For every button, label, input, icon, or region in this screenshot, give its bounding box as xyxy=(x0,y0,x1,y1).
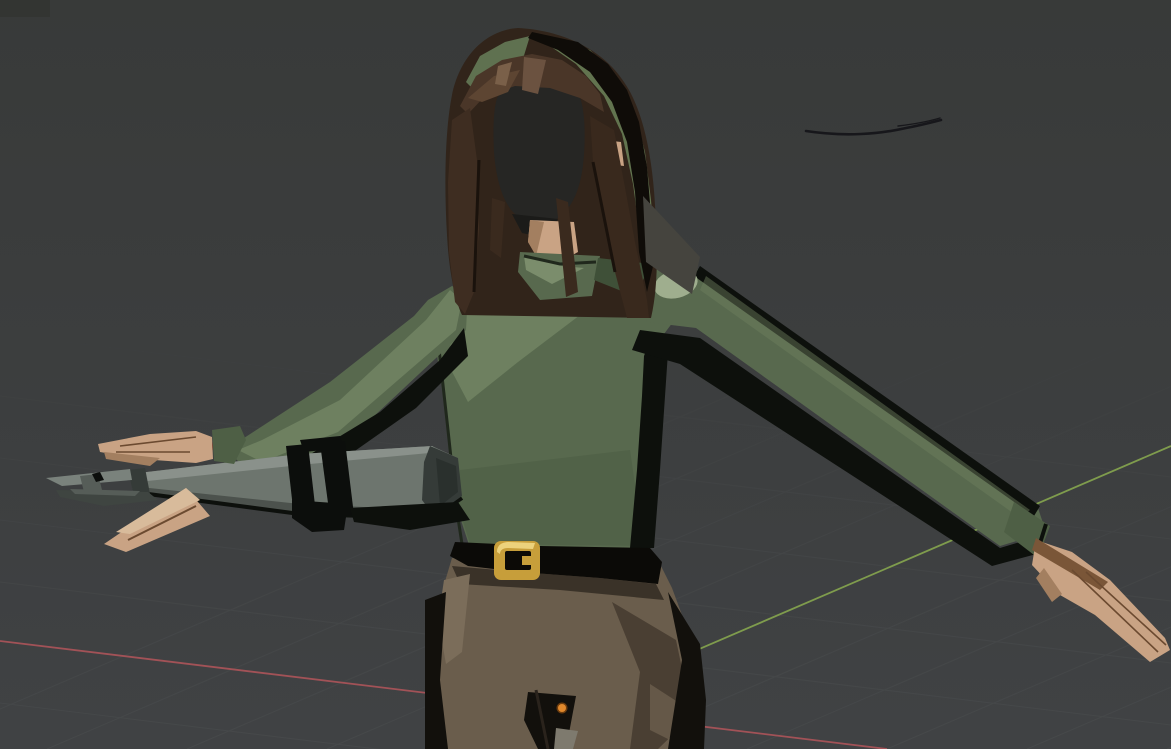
viewport-corner-shade xyxy=(0,0,50,17)
pants xyxy=(425,558,706,749)
face-shadowed xyxy=(493,79,584,223)
buckle-tongue xyxy=(522,556,540,565)
origin-dot xyxy=(558,704,566,712)
belt-buckle xyxy=(494,541,540,580)
3d-viewport[interactable] xyxy=(0,0,1171,749)
viewport-canvas[interactable] xyxy=(0,0,1171,749)
origin-point[interactable] xyxy=(557,703,568,714)
